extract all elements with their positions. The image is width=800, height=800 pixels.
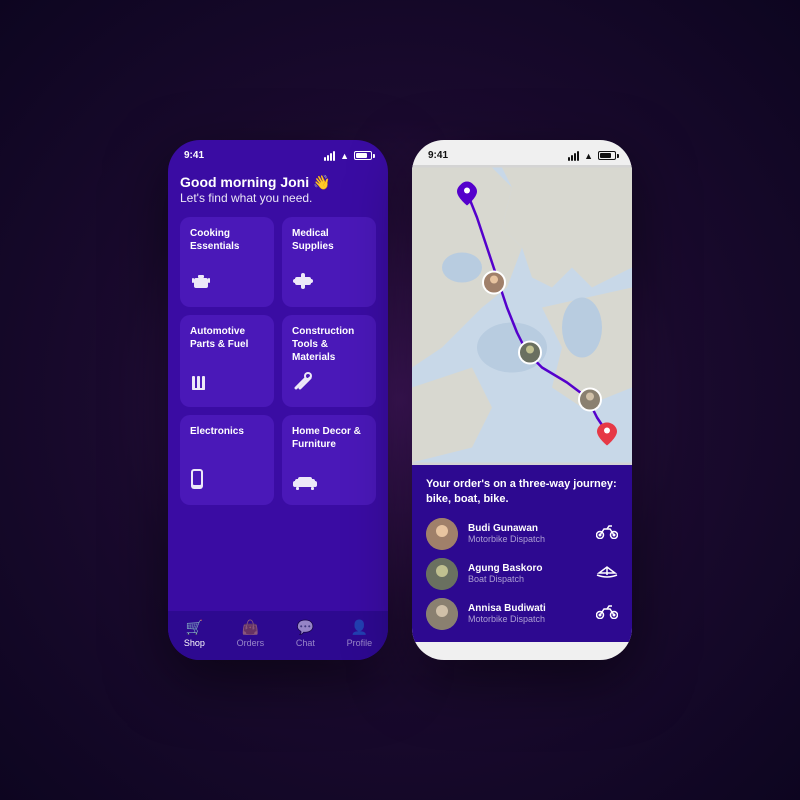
nav-orders[interactable]: 👜 Orders [237,619,265,648]
dispatcher-info-agung: Agung Baskoro Boat Dispatch [468,563,586,584]
status-bar-phone2: 9:41 ▲ [412,140,632,165]
category-medical-label: Medical Supplies [292,227,366,253]
nav-shop[interactable]: 🛒 Shop [184,619,205,648]
route-message: Your order's on a three-way journey: bik… [426,477,618,508]
dispatcher-list: Budi Gunawan Motorbike Dispatch [426,518,618,630]
category-homedecor[interactable]: Home Decor & Furniture [282,415,376,505]
category-construction[interactable]: Construction Tools & Materials [282,315,376,407]
avatar-budi [426,518,458,550]
nav-chat-label: Chat [296,638,315,648]
automotive-icon [190,374,264,397]
orders-icon: 👜 [242,619,259,636]
profile-icon: 👤 [351,619,368,636]
dispatch-mode-budi [596,523,618,544]
dispatcher-name-agung: Agung Baskoro [468,563,586,574]
wifi-icon-2: ▲ [584,151,593,161]
status-icons-phone2: ▲ [568,151,616,161]
battery-icon-2 [598,151,616,160]
category-automotive-label: Automotive Parts & Fuel [190,325,264,351]
categories-grid: Cooking Essentials Medical Supplies [180,217,376,505]
map-area [412,165,632,465]
time-phone1: 9:41 [184,150,204,161]
nav-shop-label: Shop [184,638,205,648]
phones-container: 9:41 ▲ Good morning Joni 👋 Let's find wh… [168,140,632,660]
category-cooking[interactable]: Cooking Essentials [180,217,274,307]
dispatcher-info-budi: Budi Gunawan Motorbike Dispatch [468,523,586,544]
greeting: Good morning Joni 👋 Let's find what you … [180,173,376,205]
dispatcher-role-annisa: Motorbike Dispatch [468,614,586,624]
signal-icon [324,151,335,161]
dispatch-mode-annisa [596,603,618,624]
category-medical[interactable]: Medical Supplies [282,217,376,307]
nav-profile[interactable]: 👤 Profile [347,619,373,648]
chat-icon: 💬 [297,619,314,636]
time-phone2: 9:41 [428,150,448,161]
route-info: Your order's on a three-way journey: bik… [412,465,632,642]
nav-chat[interactable]: 💬 Chat [296,619,315,648]
nav-profile-label: Profile [347,638,373,648]
category-automotive[interactable]: Automotive Parts & Fuel [180,315,274,407]
category-electronics[interactable]: Electronics [180,415,274,505]
phone-shop: 9:41 ▲ Good morning Joni 👋 Let's find wh… [168,140,388,660]
dispatcher-role-budi: Motorbike Dispatch [468,534,586,544]
category-cooking-label: Cooking Essentials [190,227,264,253]
nav-orders-label: Orders [237,638,265,648]
greeting-main: Good morning Joni 👋 [180,173,376,191]
dispatcher-name-budi: Budi Gunawan [468,523,586,534]
construction-icon [292,370,366,397]
homedecor-icon [292,472,366,495]
cooking-icon [190,270,264,297]
bottom-nav: 🛒 Shop 👜 Orders 💬 Chat 👤 Profile [168,611,388,660]
avatar-annisa [426,598,458,630]
category-construction-label: Construction Tools & Materials [292,325,366,364]
dispatcher-info-annisa: Annisa Budiwati Motorbike Dispatch [468,603,586,624]
dispatcher-annisa: Annisa Budiwati Motorbike Dispatch [426,598,618,630]
greeting-sub: Let's find what you need. [180,191,376,205]
dispatch-mode-agung [596,563,618,584]
avatar-agung [426,558,458,590]
medical-icon [292,270,366,297]
electronics-icon [190,468,264,495]
category-electronics-label: Electronics [190,425,264,438]
battery-icon [354,151,372,160]
signal-icon-2 [568,151,579,161]
dispatcher-role-agung: Boat Dispatch [468,574,586,584]
phone-tracking: 9:41 ▲ [412,140,632,660]
dispatcher-budi: Budi Gunawan Motorbike Dispatch [426,518,618,550]
category-homedecor-label: Home Decor & Furniture [292,425,366,451]
dispatcher-agung: Agung Baskoro Boat Dispatch [426,558,618,590]
wifi-icon: ▲ [340,151,349,161]
dispatcher-name-annisa: Annisa Budiwati [468,603,586,614]
status-icons-phone1: ▲ [324,151,372,161]
status-bar-phone1: 9:41 ▲ [168,140,388,165]
shop-icon: 🛒 [186,619,203,636]
phone1-content: Good morning Joni 👋 Let's find what you … [168,165,388,505]
